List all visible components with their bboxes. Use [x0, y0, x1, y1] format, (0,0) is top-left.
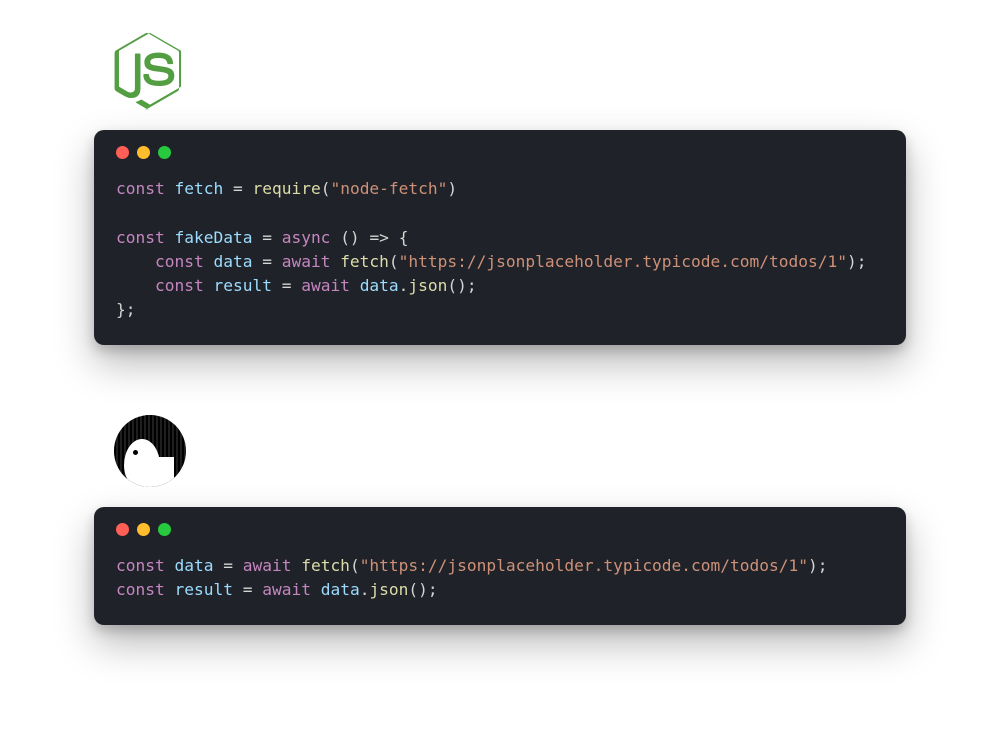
code-block: const data = await fetch("https://jsonpl… — [116, 554, 884, 603]
maximize-icon[interactable] — [158, 146, 171, 159]
code-window-node: const fetch = require("node-fetch")const… — [94, 130, 906, 345]
deno-icon — [114, 415, 186, 487]
window-titlebar — [116, 146, 884, 159]
window-titlebar — [116, 523, 884, 536]
maximize-icon[interactable] — [158, 523, 171, 536]
code-window-deno: const data = await fetch("https://jsonpl… — [94, 507, 906, 625]
minimize-icon[interactable] — [137, 146, 150, 159]
close-icon[interactable] — [116, 146, 129, 159]
nodejs-icon — [114, 30, 906, 110]
close-icon[interactable] — [116, 523, 129, 536]
node-section: const fetch = require("node-fetch")const… — [94, 30, 906, 345]
deno-section: const data = await fetch("https://jsonpl… — [94, 415, 906, 625]
code-block: const fetch = require("node-fetch")const… — [116, 177, 884, 323]
minimize-icon[interactable] — [137, 523, 150, 536]
